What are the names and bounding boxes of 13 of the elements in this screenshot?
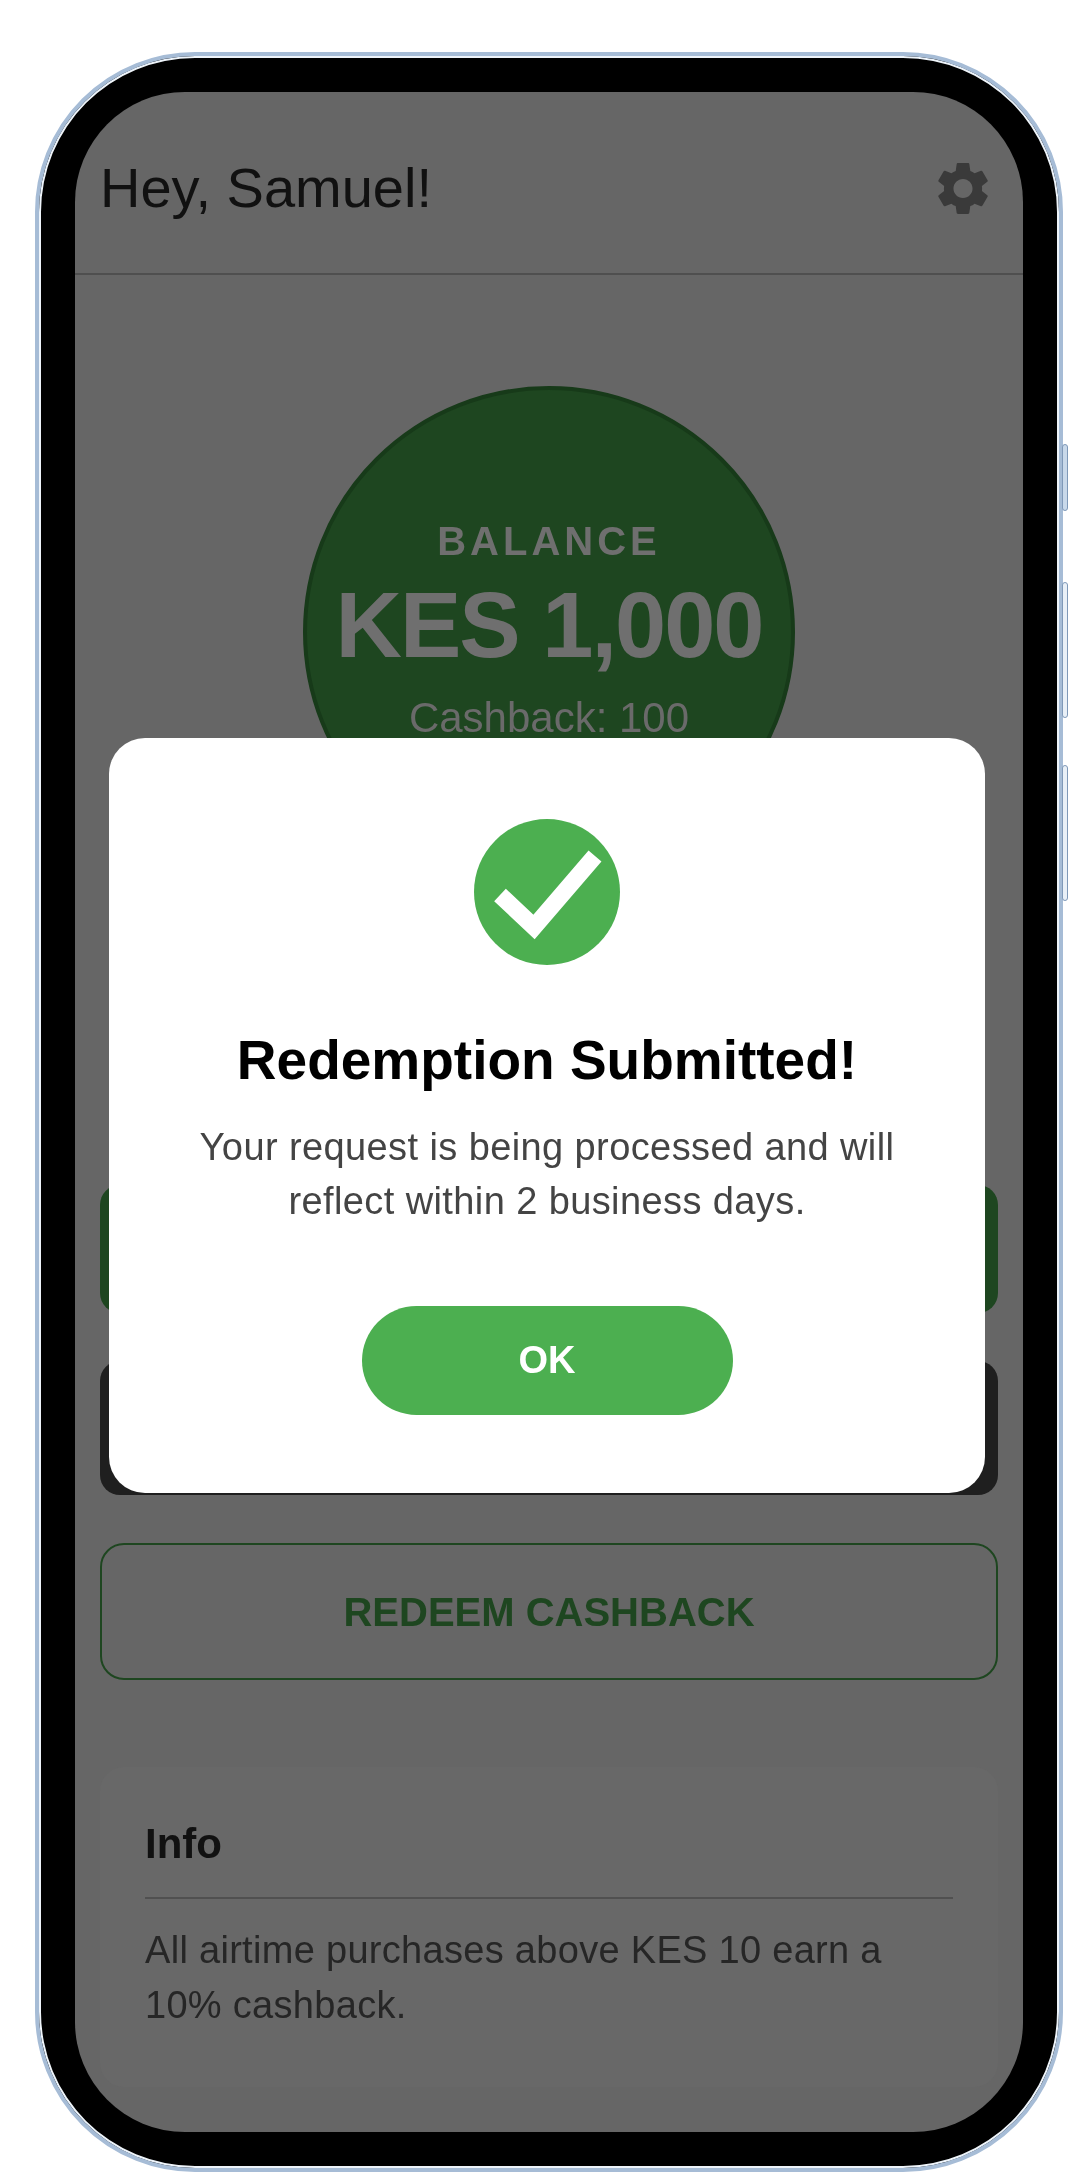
greeting-title: Hey, Samuel! bbox=[100, 156, 432, 220]
dialog-message: Your request is being processed and will reflect within 2 business days. bbox=[198, 1125, 896, 1224]
balance-amount: KES 1,000 bbox=[335, 575, 763, 675]
info-title: Info bbox=[145, 1819, 223, 1869]
check-circle-icon bbox=[474, 819, 620, 965]
redeem-button[interactable]: REDEEM CASHBACK bbox=[100, 1543, 998, 1680]
balance-label: BALANCE bbox=[437, 518, 661, 565]
dialog-title: Redemption Submitted! bbox=[236, 1028, 858, 1092]
side-ridge bbox=[1062, 444, 1068, 511]
cashback-amount: Cashback: 100 bbox=[408, 698, 690, 738]
settings-icon[interactable] bbox=[938, 161, 988, 215]
info-text: All airtime purchases above KES 10 earn a 10% cashback. bbox=[145, 1928, 883, 2028]
ok-button[interactable]: OK bbox=[361, 1306, 733, 1415]
